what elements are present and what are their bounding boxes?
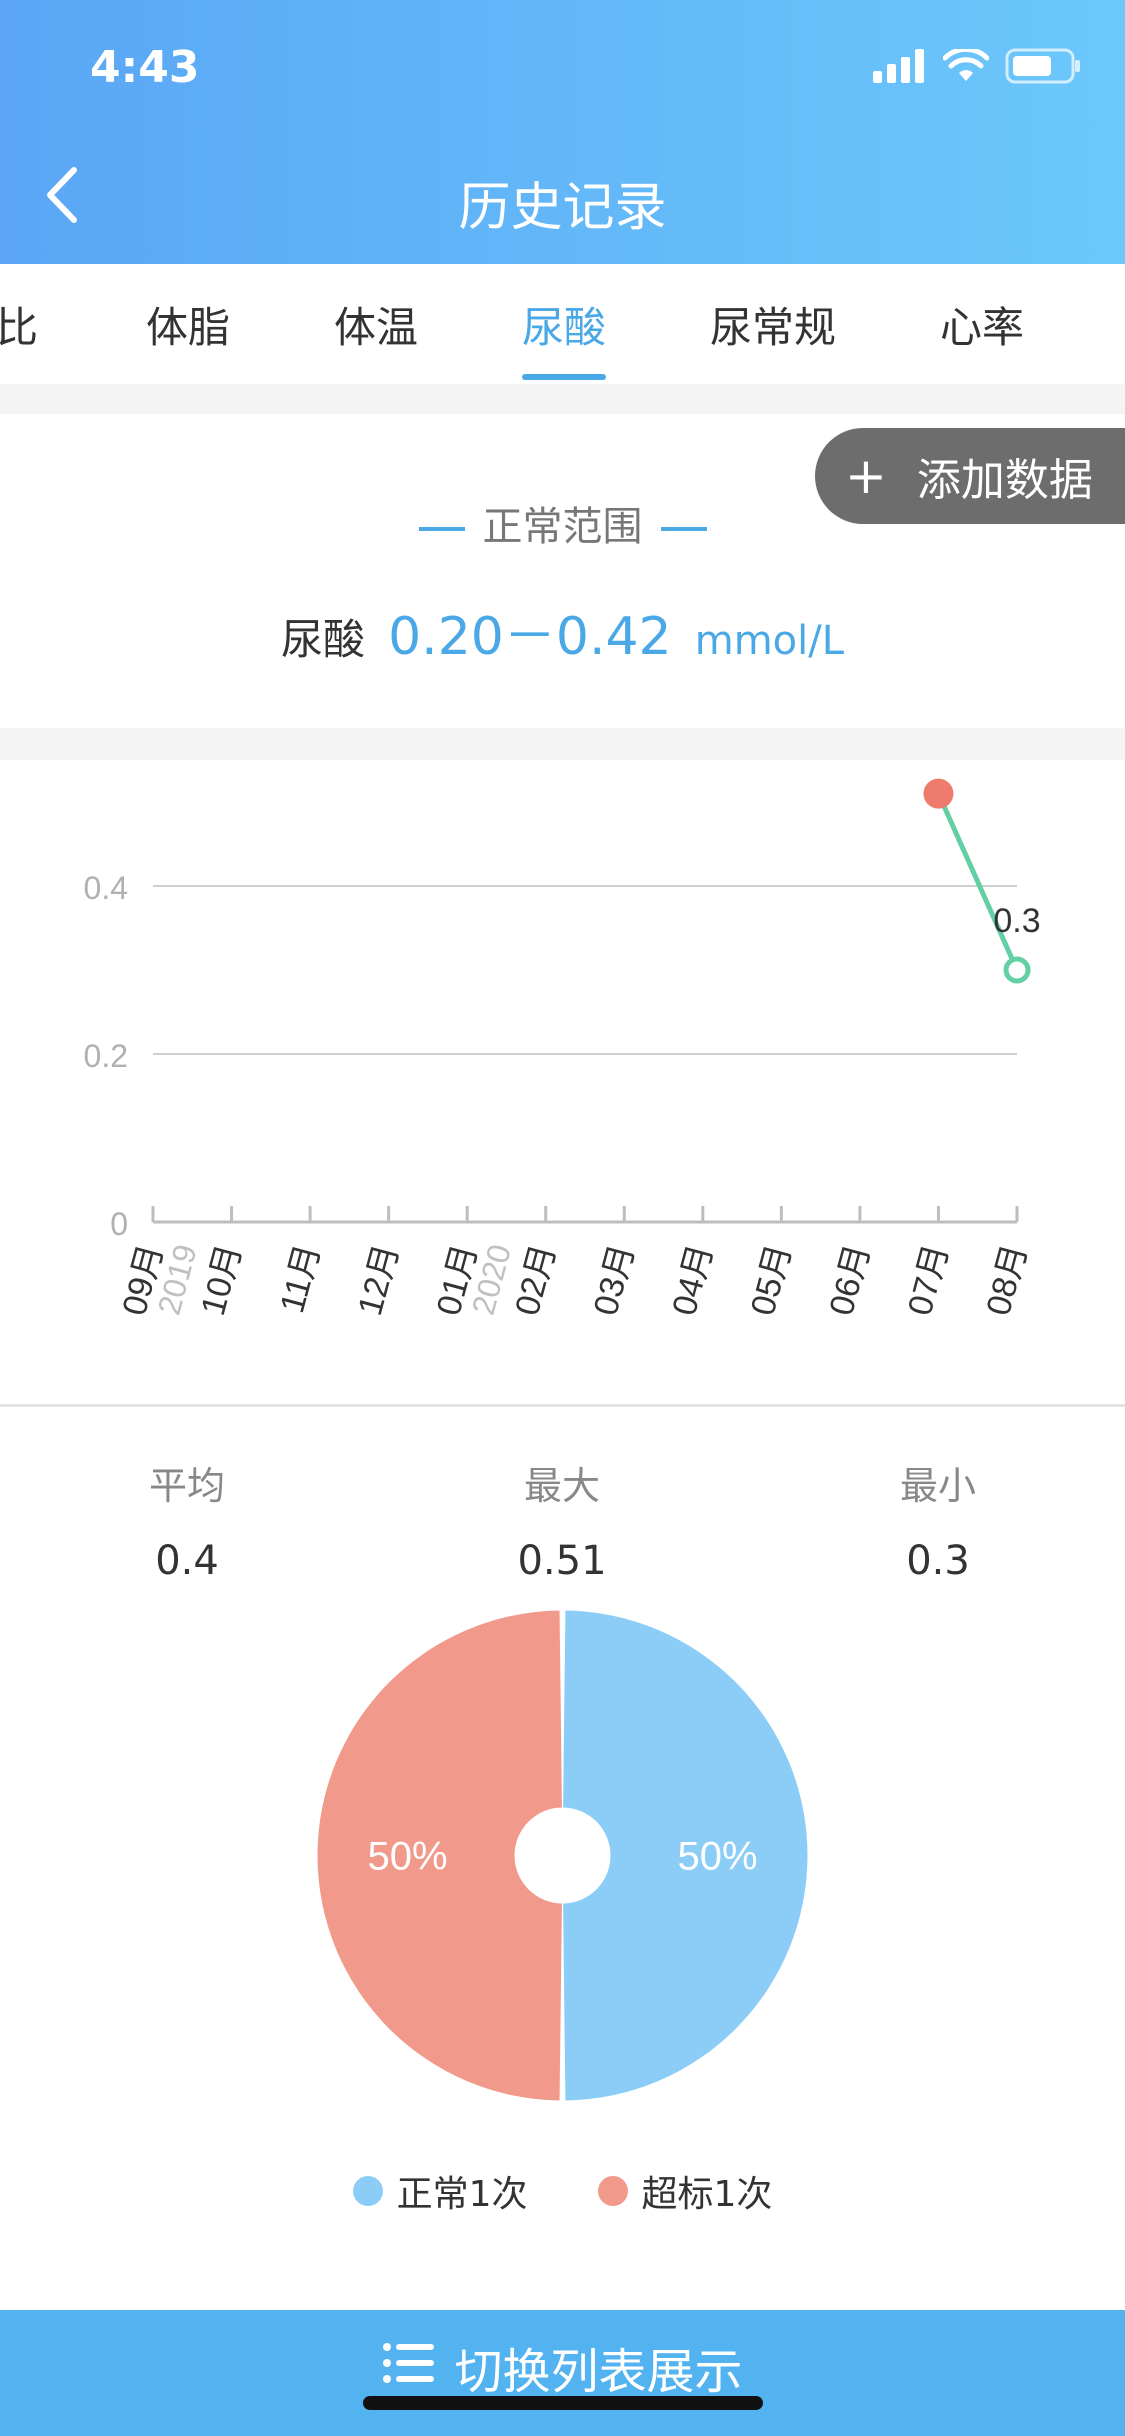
switch-list-view-label: 切换列表展示 <box>454 2344 743 2400</box>
pie-center-hole <box>514 1807 611 1904</box>
uric-acid-line-chart: 00.20.409月 10月 11月 12月 01月 02月 03月 04月 05月 06月 07月… <box>84 760 1041 1319</box>
stat-average-value: 0.4 <box>155 1538 219 1584</box>
range-title-text: 正常范围 <box>482 504 643 550</box>
pie-slice-label: 50% <box>367 1835 447 1879</box>
status-time: 4:43 <box>90 42 200 93</box>
active-tab-indicator <box>522 374 606 380</box>
status-icons <box>873 48 1081 84</box>
range-label: 尿酸 <box>280 615 365 664</box>
battery-icon <box>1005 48 1080 84</box>
range-unit: mmol/L <box>694 618 845 664</box>
add-data-label: 添加数据 <box>916 455 1093 506</box>
legend-normal-dot <box>352 2176 383 2206</box>
tab-ratio[interactable]: 比 <box>0 294 38 355</box>
data-point-normal <box>1003 956 1031 984</box>
x-tick-label: 12月 <box>351 1240 406 1319</box>
plus-icon: + <box>845 447 887 505</box>
tab-urine-routine[interactable]: 尿常规 <box>710 294 836 355</box>
legend-normal-label: 正常1次 <box>396 2174 528 2215</box>
tab-body-fat[interactable]: 体脂 <box>146 294 230 355</box>
stat-min: 最小 0.3 <box>788 1455 1088 1584</box>
tab-heart-rate[interactable]: 心率 <box>940 294 1024 355</box>
stat-max-label: 最大 <box>523 1464 600 1508</box>
section-gap <box>0 384 1125 414</box>
range-value: 0.20－0.42 <box>388 607 672 667</box>
stat-min-value: 0.3 <box>906 1538 970 1584</box>
stat-average-label: 平均 <box>148 1464 225 1508</box>
x-tick-label: 08月 <box>979 1240 1034 1319</box>
x-tick-label: 06月 <box>822 1240 877 1319</box>
status-pie-chart: 50% 50% <box>317 1610 808 2101</box>
tab-temperature[interactable]: 体温 <box>334 294 418 355</box>
stat-max: 最大 0.51 <box>412 1455 712 1584</box>
switch-list-view-button[interactable]: 切换列表展示 <box>0 2310 1125 2436</box>
list-icon <box>383 2343 435 2383</box>
add-data-button[interactable]: + 添加数据 <box>815 428 1125 524</box>
home-indicator <box>363 2396 763 2410</box>
series-line <box>936 792 1020 972</box>
range-line: 尿酸 0.20－0.42 mmol/L <box>0 594 1125 669</box>
category-tabs: 比 体脂 体温 尿酸 尿常规 心率 <box>0 264 1125 384</box>
pie-legend: 正常1次 超标1次 <box>0 2165 1125 2217</box>
y-tick-label: 0.2 <box>84 1038 128 1074</box>
x-tick-label: 03月 <box>587 1240 642 1319</box>
x-tick-label: 05月 <box>744 1240 799 1319</box>
legend-high: 超标1次 <box>597 2165 773 2217</box>
legend-high-dot <box>597 2176 628 2206</box>
y-tick-label: 0 <box>110 1206 128 1242</box>
pie-slice-label: 50% <box>677 1835 757 1879</box>
chart-divider <box>0 1404 1125 1407</box>
data-label: 0.3 <box>993 902 1040 940</box>
stat-min-label: 最小 <box>899 1464 976 1508</box>
data-label: 0.5 <box>915 760 962 764</box>
x-tick-label: 04月 <box>665 1240 720 1319</box>
y-tick-label: 0.4 <box>84 870 128 906</box>
stat-max-value: 0.51 <box>517 1538 607 1584</box>
stat-average: 平均 0.4 <box>37 1455 337 1584</box>
x-tick-label: 07月 <box>901 1240 956 1319</box>
page-title: 历史记录 <box>458 178 667 238</box>
legend-normal: 正常1次 <box>352 2165 528 2217</box>
wifi-icon <box>943 49 989 81</box>
section-gap <box>0 728 1125 760</box>
legend-high-label: 超标1次 <box>641 2174 773 2215</box>
range-title-dash-right <box>660 527 707 531</box>
signal-icon <box>873 49 924 83</box>
data-point-high <box>923 778 954 809</box>
tab-uric-acid[interactable]: 尿酸 <box>522 294 606 355</box>
app-header: 4:43 历史记录 <box>0 0 1125 264</box>
range-title-dash-left <box>418 527 465 531</box>
x-tick-label: 11月 <box>273 1240 328 1317</box>
